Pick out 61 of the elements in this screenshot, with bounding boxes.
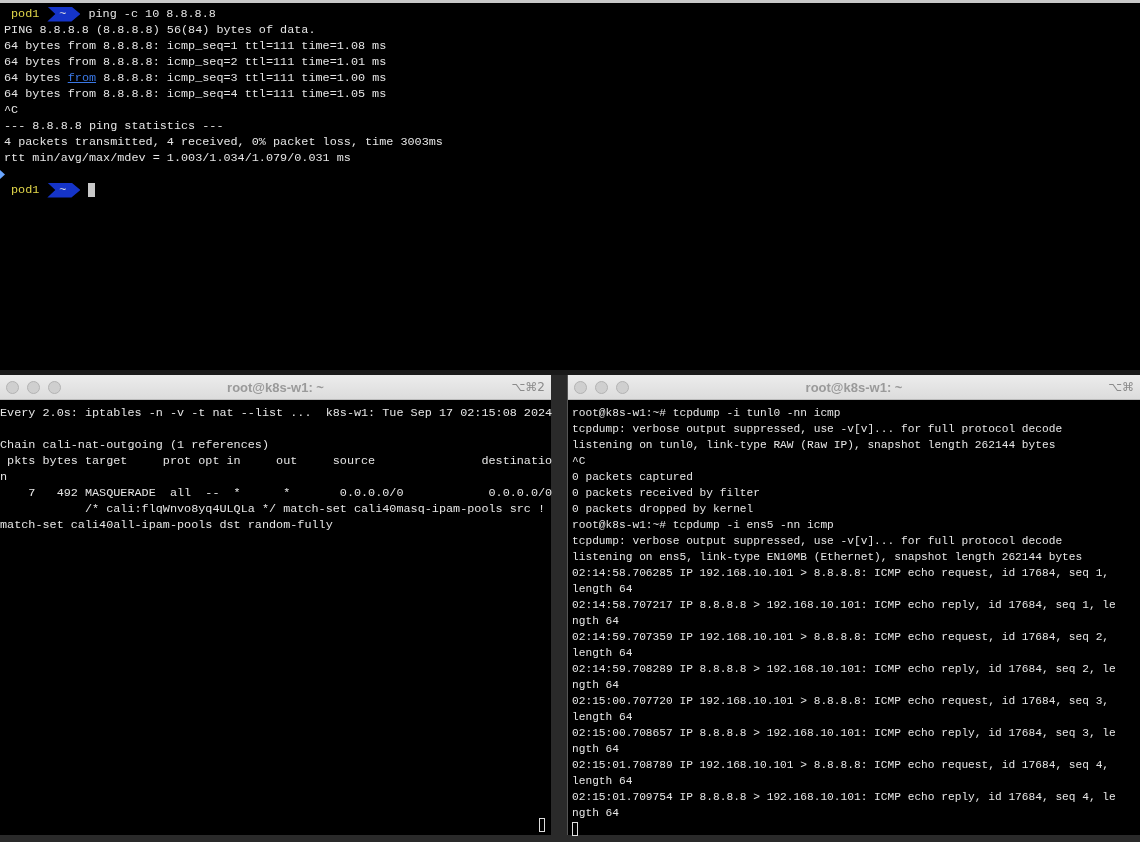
window-title: root@k8s-w1: ~ <box>805 379 903 395</box>
output-line: ngth 64 <box>572 678 619 693</box>
output-line: 0 packets dropped by kernel <box>572 502 754 517</box>
zoom-button[interactable] <box>616 380 629 394</box>
output-line: listening on ens5, link-type EN10MB (Ethernet), snapshot length 262144 bytes <box>572 550 1083 565</box>
prompt-mark-icon <box>0 169 5 179</box>
output-line: match-set cali40all-ipam-pools dst random-fully <box>0 517 333 533</box>
prompt-directory: ~ <box>47 182 81 198</box>
output-line: length 64 <box>572 646 633 661</box>
output-line: root@k8s-w1:~# tcpdump -i ens5 -nn icmp <box>572 518 834 533</box>
window-title: root@k8s-w1: ~ <box>227 379 324 395</box>
output-line: 02:15:01.708789 IP 192.168.10.101 > 8.8.8.8: ICMP echo request, id 17684, seq 4, <box>572 758 1110 773</box>
output-line: 64 bytes from 8.8.8.8: icmp_seq=3 ttl=111 time=1.00 ms <box>4 70 387 86</box>
text-cursor <box>539 818 545 832</box>
output-line: ngth 64 <box>572 614 619 629</box>
prompt-host: pod1 <box>11 6 40 22</box>
output-line: ngth 64 <box>572 806 619 821</box>
output-line: 7 492 MASQUERADE all -- * * 0.0.0.0/0 0.0.0.0/0 <box>27 485 553 501</box>
zoom-button[interactable] <box>48 380 61 394</box>
output-line: Chain cali-nat-outgoing (1 references) <box>0 437 269 453</box>
minimize-button[interactable] <box>595 380 608 394</box>
output-line: 02:15:00.707720 IP 192.168.10.101 > 8.8.8.8: ICMP echo request, id 17684, seq 3, <box>572 694 1110 709</box>
output-line: length 64 <box>572 710 633 725</box>
minimize-button[interactable] <box>27 380 40 394</box>
output-line: /* cali:flqWnvo8yq4ULQLa */ match-set cali40masq-ipam-pools src ! <box>83 501 546 517</box>
output-line: listening on tunl0, link-type RAW (Raw IP), snapshot length 262144 bytes <box>572 438 1056 453</box>
output-line: 02:14:59.708289 IP 8.8.8.8 > 192.168.10.101: ICMP echo reply, id 17684, seq 2, le <box>572 662 1116 677</box>
output-line: 64 bytes from 8.8.8.8: icmp_seq=2 ttl=111 time=1.01 ms <box>4 54 387 70</box>
command-text: ping -c 10 8.8.8.8 <box>88 6 216 22</box>
output-line: tcpdump: verbose output suppressed, use -v[v]... for full protocol decode <box>572 534 1063 549</box>
output-line: 02:15:00.708657 IP 8.8.8.8 > 192.168.10.101: ICMP echo reply, id 17684, seq 3, le <box>572 726 1116 741</box>
output-line: length 64 <box>572 774 633 789</box>
output-line: ^C <box>572 454 586 469</box>
output-line: 0 packets captured <box>572 470 693 485</box>
output-link[interactable]: from <box>67 71 97 85</box>
output-line: 02:14:58.706285 IP 192.168.10.101 > 8.8.8.8: ICMP echo request, id 17684, seq 1, <box>572 566 1110 581</box>
output-line: 02:15:01.709754 IP 8.8.8.8 > 192.168.10.101: ICMP echo reply, id 17684, seq 4, le <box>572 790 1116 805</box>
output-line: 02:14:58.707217 IP 8.8.8.8 > 192.168.10.101: ICMP echo reply, id 17684, seq 1, le <box>572 598 1116 613</box>
output-line: tcpdump: verbose output suppressed, use -v[v]... for full protocol decode <box>572 422 1063 437</box>
output-line: rtt min/avg/max/mdev = 1.003/1.034/1.079/0.031 ms <box>4 150 351 166</box>
prompt-directory: ~ <box>47 6 81 22</box>
output-line: Every 2.0s: iptables -n -v -t nat --list ... k8s-w1: Tue Sep 17 02:15:08 2024 <box>0 405 553 421</box>
prompt-host: pod1 <box>11 182 40 198</box>
output-line: ^C <box>4 102 19 118</box>
close-button[interactable] <box>6 380 19 394</box>
output-line: n <box>0 469 8 485</box>
output-line: --- 8.8.8.8 ping statistics --- <box>4 118 224 134</box>
output-line: root@k8s-w1:~# tcpdump -i tunl0 -nn icmp <box>572 406 841 421</box>
output-line: 02:14:59.707359 IP 192.168.10.101 > 8.8.8.8: ICMP echo request, id 17684, seq 2, <box>572 630 1110 645</box>
output-line: 0 packets received by filter <box>572 486 760 501</box>
window-shortcut: ⌥⌘ <box>1108 380 1134 394</box>
close-button[interactable] <box>574 380 587 394</box>
output-line: pkts bytes target prot opt in out source destinatio <box>6 453 553 469</box>
output-line: 64 bytes from 8.8.8.8: icmp_seq=4 ttl=111 time=1.05 ms <box>4 86 387 102</box>
window-shortcut: ⌥⌘2 <box>511 380 545 394</box>
output-line: 4 packets transmitted, 4 received, 0% packet loss, time 3003ms <box>4 134 443 150</box>
output-line: 64 bytes from 8.8.8.8: icmp_seq=1 ttl=111 time=1.08 ms <box>4 38 387 54</box>
output-line: ngth 64 <box>572 742 619 757</box>
output-line: PING 8.8.8.8 (8.8.8.8) 56(84) bytes of data. <box>4 22 316 38</box>
text-cursor <box>572 822 578 836</box>
output-line: length 64 <box>572 582 633 597</box>
